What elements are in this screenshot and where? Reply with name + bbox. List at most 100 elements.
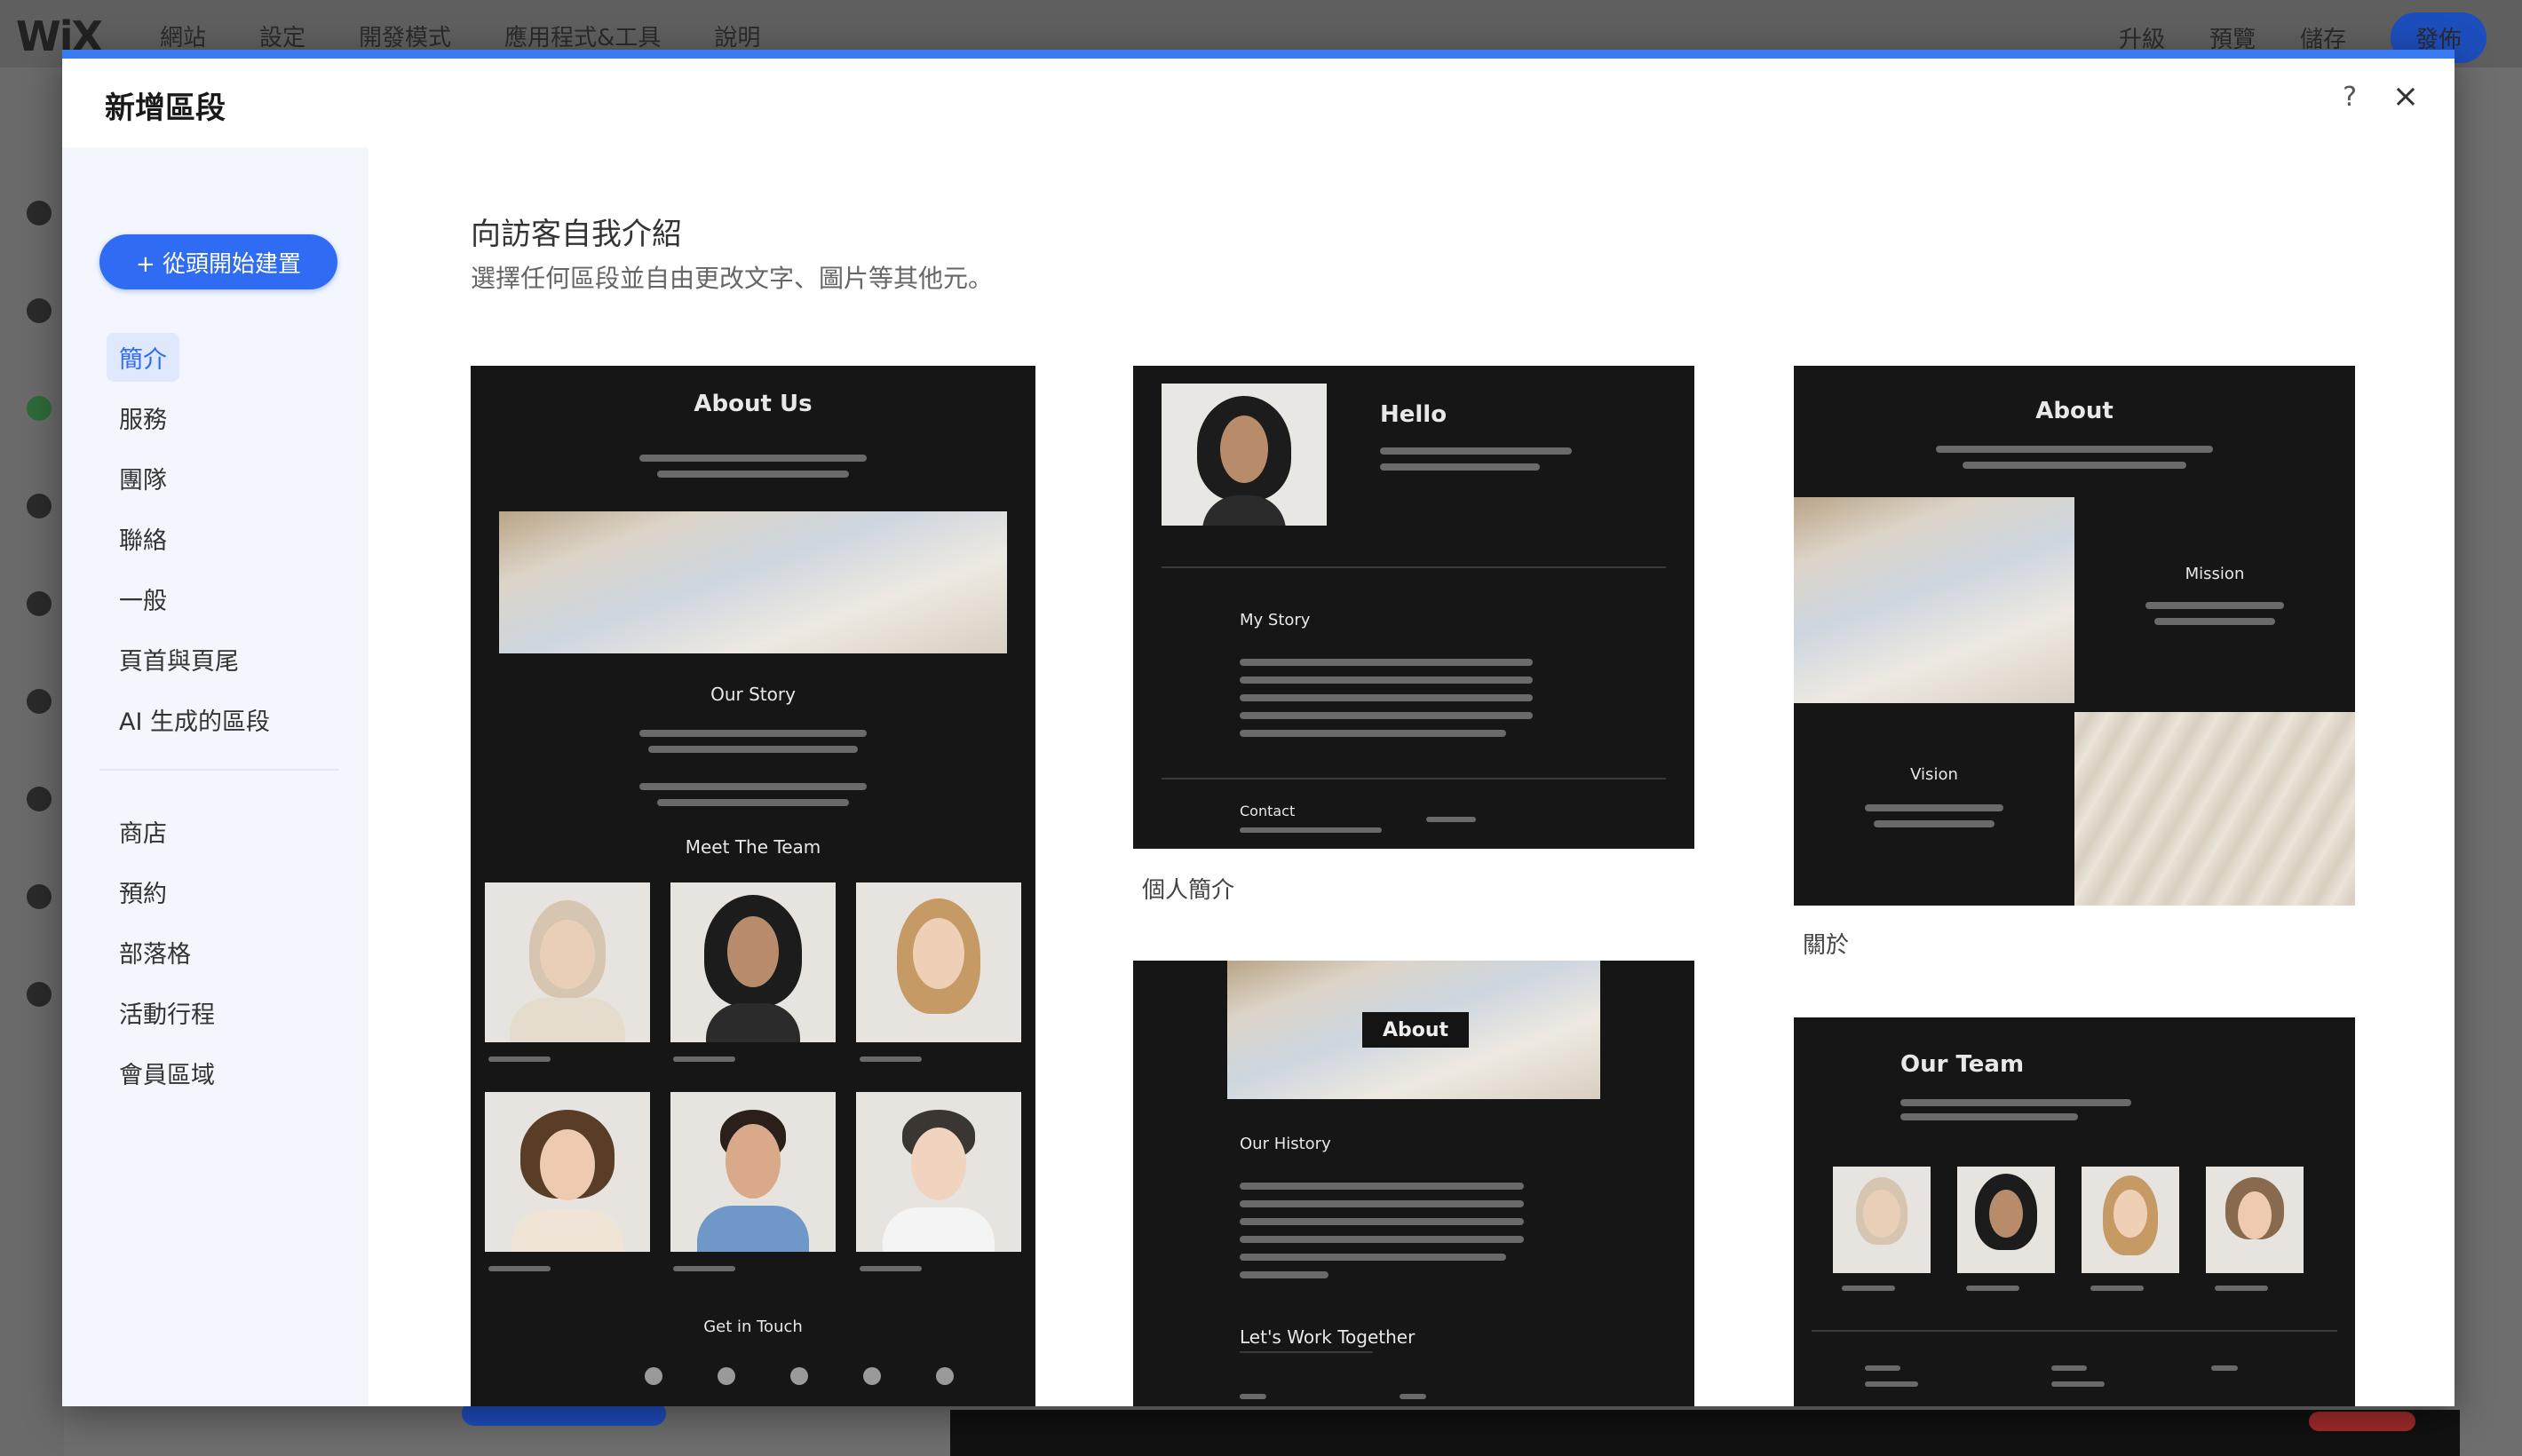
team-photo — [1833, 1167, 1931, 1273]
category-label: 服務 — [119, 406, 167, 434]
template-card-our-team[interactable]: Our Team — [1794, 1017, 2355, 1406]
separator — [1812, 1330, 2337, 1332]
team-photo — [2206, 1167, 2304, 1273]
category-nav-primary: 簡介 服務 團隊 聯絡 一般 頁首與頁尾 AI 生成的區段 — [99, 327, 348, 749]
cms-icon[interactable] — [27, 787, 52, 811]
category-events[interactable]: 活動行程 — [99, 982, 348, 1042]
text-line — [1240, 694, 1533, 701]
editor-left-rail — [0, 67, 64, 1456]
category-members[interactable]: 會員區域 — [99, 1042, 348, 1103]
business-icon[interactable] — [27, 884, 52, 909]
text-line — [1240, 730, 1506, 737]
category-label: 預約 — [119, 880, 167, 908]
editor-bottom-bar — [950, 1410, 2460, 1456]
separator — [1162, 778, 1666, 779]
text-line — [1963, 462, 2186, 469]
text-line — [1865, 1365, 1900, 1371]
text-line — [2145, 602, 2284, 609]
name-line — [860, 1266, 922, 1271]
text-line — [2051, 1381, 2105, 1387]
text-line — [1426, 817, 1476, 822]
modal-title: 新增區段 — [105, 91, 226, 126]
layers-icon[interactable] — [27, 982, 52, 1007]
about-title: About — [2035, 398, 2114, 424]
category-label: 商店 — [119, 819, 167, 848]
content-heading: 向訪客自我介紹 — [471, 217, 682, 252]
team-photo — [2082, 1167, 2179, 1273]
text-line — [639, 730, 867, 737]
get-in-touch-label: Get in Touch — [703, 1318, 803, 1336]
add-elements-icon[interactable] — [27, 201, 52, 226]
menu-settings[interactable]: 設定 — [259, 20, 305, 52]
name-line — [2090, 1286, 2144, 1291]
beach-image — [499, 511, 1007, 653]
category-general[interactable]: 一般 — [99, 568, 348, 629]
category-about[interactable]: 簡介 — [99, 327, 348, 387]
build-from-scratch-button[interactable]: + 從頭開始建置 — [99, 234, 337, 289]
text-line — [648, 746, 858, 753]
help-icon[interactable]: ? — [2343, 82, 2357, 113]
team-photo — [670, 882, 836, 1042]
text-line — [1240, 1236, 1524, 1243]
category-services[interactable]: 服務 — [99, 387, 348, 447]
beach-image — [1794, 497, 2074, 703]
work-together-label: Let's Work Together — [1240, 1326, 1416, 1348]
text-line — [657, 471, 849, 478]
name-line — [1966, 1286, 2019, 1291]
text-line — [2051, 1365, 2087, 1371]
our-team-title: Our Team — [1900, 1051, 2025, 1078]
apps-icon[interactable] — [27, 591, 52, 616]
mission-label: Mission — [2185, 565, 2245, 583]
text-line — [1936, 446, 2213, 453]
template-card-about-grid[interactable]: About Mission Vision — [1794, 366, 2355, 906]
category-ai-sections[interactable]: AI 生成的區段 — [99, 689, 348, 749]
category-blog[interactable]: 部落格 — [99, 922, 348, 982]
contact-label: Contact — [1240, 803, 1296, 819]
menu-help[interactable]: 說明 — [714, 20, 760, 52]
category-bookings[interactable]: 預約 — [99, 861, 348, 922]
text-line — [1874, 820, 1995, 827]
hello-title: Hello — [1380, 401, 1447, 428]
category-label: 會員區域 — [119, 1061, 215, 1089]
text-line — [1900, 1113, 2078, 1120]
menu-dev-mode[interactable]: 開發模式 — [359, 20, 451, 52]
our-history-label: Our History — [1240, 1135, 1331, 1153]
sections-icon[interactable] — [27, 298, 52, 323]
category-label: 頁首與頁尾 — [119, 647, 239, 676]
text-line — [1240, 827, 1382, 833]
category-store[interactable]: 商店 — [99, 801, 348, 861]
menu-site[interactable]: 網站 — [160, 20, 206, 52]
category-contact[interactable]: 聯絡 — [99, 508, 348, 568]
our-story-label: Our Story — [710, 684, 796, 705]
team-photo — [485, 1092, 650, 1252]
modal-accent-bar — [62, 50, 2455, 59]
name-line — [860, 1056, 922, 1062]
template-card-hello[interactable]: Hello My Story Contact — [1133, 366, 1694, 849]
name-line — [673, 1056, 735, 1062]
menu-apps-tools[interactable]: 應用程式&工具 — [504, 20, 661, 52]
close-icon[interactable]: × — [2392, 78, 2419, 115]
category-header-footer[interactable]: 頁首與頁尾 — [99, 629, 348, 689]
name-line — [2215, 1286, 2268, 1291]
team-photo — [1957, 1167, 2055, 1273]
text-line — [1865, 804, 2003, 811]
media-icon[interactable] — [27, 689, 52, 714]
template-card-about-us[interactable]: About Us Our Story Meet The Team Get in … — [471, 366, 1035, 1406]
design-icon[interactable] — [27, 494, 52, 518]
vision-label: Vision — [1910, 765, 1958, 784]
pages-icon[interactable] — [27, 396, 52, 421]
sidebar-divider — [99, 769, 339, 771]
content-subheading: 選擇任何區段並自由更改文字、圖片等其他元。 — [471, 264, 994, 293]
about-badge: About — [1362, 1012, 1469, 1048]
sand-texture-image — [2074, 712, 2355, 906]
text-line — [1865, 1381, 1918, 1387]
category-team[interactable]: 團隊 — [99, 447, 348, 508]
name-line — [488, 1266, 551, 1271]
team-photo — [856, 1092, 1021, 1252]
template-card-history[interactable]: About Our History Let's Work Together — [1133, 961, 1694, 1406]
text-line — [1400, 1394, 1426, 1399]
editor-alert-pill[interactable] — [2309, 1412, 2415, 1431]
hello-caption: 個人簡介 — [1142, 877, 1235, 904]
team-photo — [670, 1092, 836, 1252]
my-story-label: My Story — [1240, 611, 1311, 629]
